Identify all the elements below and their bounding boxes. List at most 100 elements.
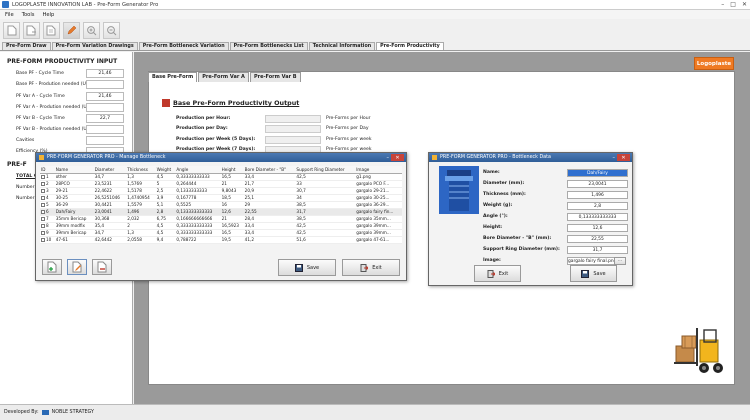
- open-document-button[interactable]: [23, 21, 40, 39]
- tab-pre-form-draw[interactable]: Pre-Form Draw: [2, 42, 51, 50]
- input-label: PF Var A - Prodution needed (Units): [16, 105, 97, 110]
- row-checkbox[interactable]: [41, 224, 45, 228]
- column-header[interactable]: Image: [355, 166, 402, 174]
- base-cycle-time-input[interactable]: 21,46: [86, 69, 124, 78]
- column-header[interactable]: Diameter: [93, 166, 127, 174]
- row-id: 3: [46, 188, 49, 193]
- image-path-field[interactable]: gargalo fairy final.png: [567, 257, 615, 265]
- close-icon[interactable]: ✕: [617, 154, 630, 161]
- close-icon[interactable]: ✕: [391, 154, 404, 161]
- column-header[interactable]: Bore Diameter - "B": [243, 166, 296, 174]
- add-bottleneck-button[interactable]: [42, 259, 62, 275]
- row-checkbox[interactable]: [41, 203, 45, 207]
- menu-help[interactable]: Help: [42, 12, 54, 18]
- cavities-input[interactable]: [86, 136, 124, 145]
- table-cell: 3,9: [155, 194, 176, 202]
- tab-technical-information[interactable]: Technical Information: [308, 42, 376, 50]
- bore-diameter-field[interactable]: 22,55: [567, 235, 628, 243]
- weight-field[interactable]: 2,8: [567, 202, 628, 210]
- tab-pre-form-bottlenecks-list[interactable]: Pre-Form Bottlenecks List: [229, 42, 308, 50]
- tab-pre-form-variation-drawings[interactable]: Pre-Form Variation Drawings: [51, 42, 138, 50]
- name-field[interactable]: Dah/Fairy: [567, 169, 628, 177]
- table-row[interactable]: 8 39mm modfix 35,4 2 4,5 0,333333333333 16,592…: [40, 222, 402, 230]
- var-b-cycle-time-input[interactable]: 22,7: [86, 114, 124, 123]
- browse-image-button[interactable]: ...: [614, 257, 626, 265]
- table-cell: 1,3: [126, 173, 156, 181]
- height-field[interactable]: 12,6: [567, 224, 628, 232]
- draw-button[interactable]: [63, 21, 80, 39]
- table-row[interactable]: 10 47-61 42,6442 2,0558 9,4 0,788722 19,5 41,2 5…: [40, 236, 402, 244]
- table-cell: 16,5: [220, 229, 244, 237]
- var-b-production-input[interactable]: [86, 125, 124, 134]
- var-a-production-input[interactable]: [86, 103, 124, 112]
- table-row[interactable]: 3 29-21 22,4622 1,5178 2,5 0,1333333333 9,8043…: [40, 187, 402, 195]
- table-cell: 2,032: [126, 215, 156, 223]
- row-id: 9: [46, 230, 49, 235]
- table-row[interactable]: 1 other 34,7 1,3 4,5 0,33333333333 16,5 33,4 42,…: [40, 173, 402, 181]
- tab-pre-form-productivity[interactable]: Pre-Form Productivity: [376, 42, 444, 50]
- delete-bottleneck-button[interactable]: [92, 259, 112, 275]
- delete-document-icon: [97, 261, 106, 273]
- var-a-cycle-time-input[interactable]: 21,46: [86, 92, 124, 101]
- save-button[interactable]: Save: [278, 259, 336, 276]
- minimize-icon[interactable]: –: [387, 155, 390, 161]
- tab-pre-form-bottleneck-variation[interactable]: Pre-Form Bottleneck Variation: [138, 42, 229, 50]
- column-header[interactable]: Height: [220, 166, 244, 174]
- maximize-icon[interactable]: □: [730, 1, 736, 8]
- tab-pre-form-var-a[interactable]: Pre-Form Var A: [198, 72, 249, 82]
- column-header[interactable]: ID: [40, 166, 55, 174]
- row-id: 2: [46, 181, 49, 186]
- column-header[interactable]: Name: [54, 166, 94, 174]
- menu-tools[interactable]: Tools: [22, 12, 35, 18]
- column-header[interactable]: Angle: [175, 166, 221, 174]
- table-row[interactable]: 7 35mm Bericap 30,368 2,032 6,75 0,1666666666…: [40, 215, 402, 223]
- close-icon[interactable]: ✕: [742, 1, 747, 8]
- row-checkbox[interactable]: [41, 210, 45, 214]
- exit-button[interactable]: Exit: [342, 259, 400, 276]
- minimize-icon[interactable]: –: [721, 1, 724, 8]
- column-header[interactable]: Weight: [155, 166, 176, 174]
- row-checkbox[interactable]: [41, 231, 45, 235]
- field-label: Bore Diameter - "B" (mm):: [483, 236, 552, 241]
- column-header[interactable]: Thickness: [126, 166, 156, 174]
- exit-button-label: Exit: [498, 270, 509, 277]
- table-row[interactable]: 4 30-25 26,5251046 1,4740954 3,9 0,167778 18,5…: [40, 194, 402, 202]
- column-header[interactable]: Support Ring Diameter: [295, 166, 356, 174]
- table-cell: 33,4: [243, 229, 296, 237]
- table-cell: 23,5231: [93, 180, 127, 188]
- table-cell: 0,167778: [175, 194, 221, 202]
- edit-document-icon: [72, 261, 81, 273]
- support-ring-field[interactable]: 31,7: [567, 246, 628, 254]
- row-id-cell: 5: [40, 201, 55, 209]
- exit-button[interactable]: Exit: [474, 265, 521, 282]
- table-row[interactable]: 2 28PCO 23,5231 1,5769 5 0,264444 21 21,7 33 garg…: [40, 180, 402, 188]
- edit-bottleneck-button[interactable]: [67, 259, 87, 275]
- table-row[interactable]: 9 39mm Bericap 34,7 1,3 4,5 0,333333333333 16,…: [40, 229, 402, 237]
- row-id: 8: [46, 223, 49, 228]
- table-row[interactable]: 5 36-29 30,4421 1,5579 5,1 0,5525 16 29 38,5 garg…: [40, 201, 402, 209]
- zoom-out-button[interactable]: [103, 21, 120, 39]
- base-production-input[interactable]: [86, 80, 124, 89]
- row-checkbox[interactable]: [41, 182, 45, 186]
- row-checkbox[interactable]: [41, 217, 45, 221]
- document-edit-button[interactable]: [43, 21, 60, 39]
- table-cell: g1.png: [355, 173, 402, 181]
- minimize-icon[interactable]: –: [613, 155, 616, 161]
- diameter-field[interactable]: 23,0041: [567, 180, 628, 188]
- row-checkbox[interactable]: [41, 189, 45, 193]
- row-checkbox[interactable]: [41, 238, 45, 242]
- exit-door-icon: [360, 263, 369, 272]
- zoom-in-button[interactable]: [83, 21, 100, 39]
- menu-file[interactable]: File: [5, 12, 14, 18]
- row-checkbox[interactable]: [41, 175, 45, 179]
- tab-pre-form-var-b[interactable]: Pre-Form Var B: [249, 72, 301, 82]
- row-checkbox[interactable]: [41, 196, 45, 200]
- table-cell: 6,75: [155, 215, 176, 223]
- table-row[interactable]: 6 Dah/Fairy 23,0041 1,496 2,8 0,133333333333 1…: [40, 208, 402, 216]
- table-cell: 30,7: [295, 187, 356, 195]
- new-document-button[interactable]: [3, 21, 20, 39]
- angle-field[interactable]: 0,133333333333: [567, 213, 628, 221]
- tab-base-pre-form[interactable]: Base Pre-Form: [148, 72, 198, 82]
- save-button[interactable]: Save: [570, 265, 617, 282]
- thickness-field[interactable]: 1,496: [567, 191, 628, 199]
